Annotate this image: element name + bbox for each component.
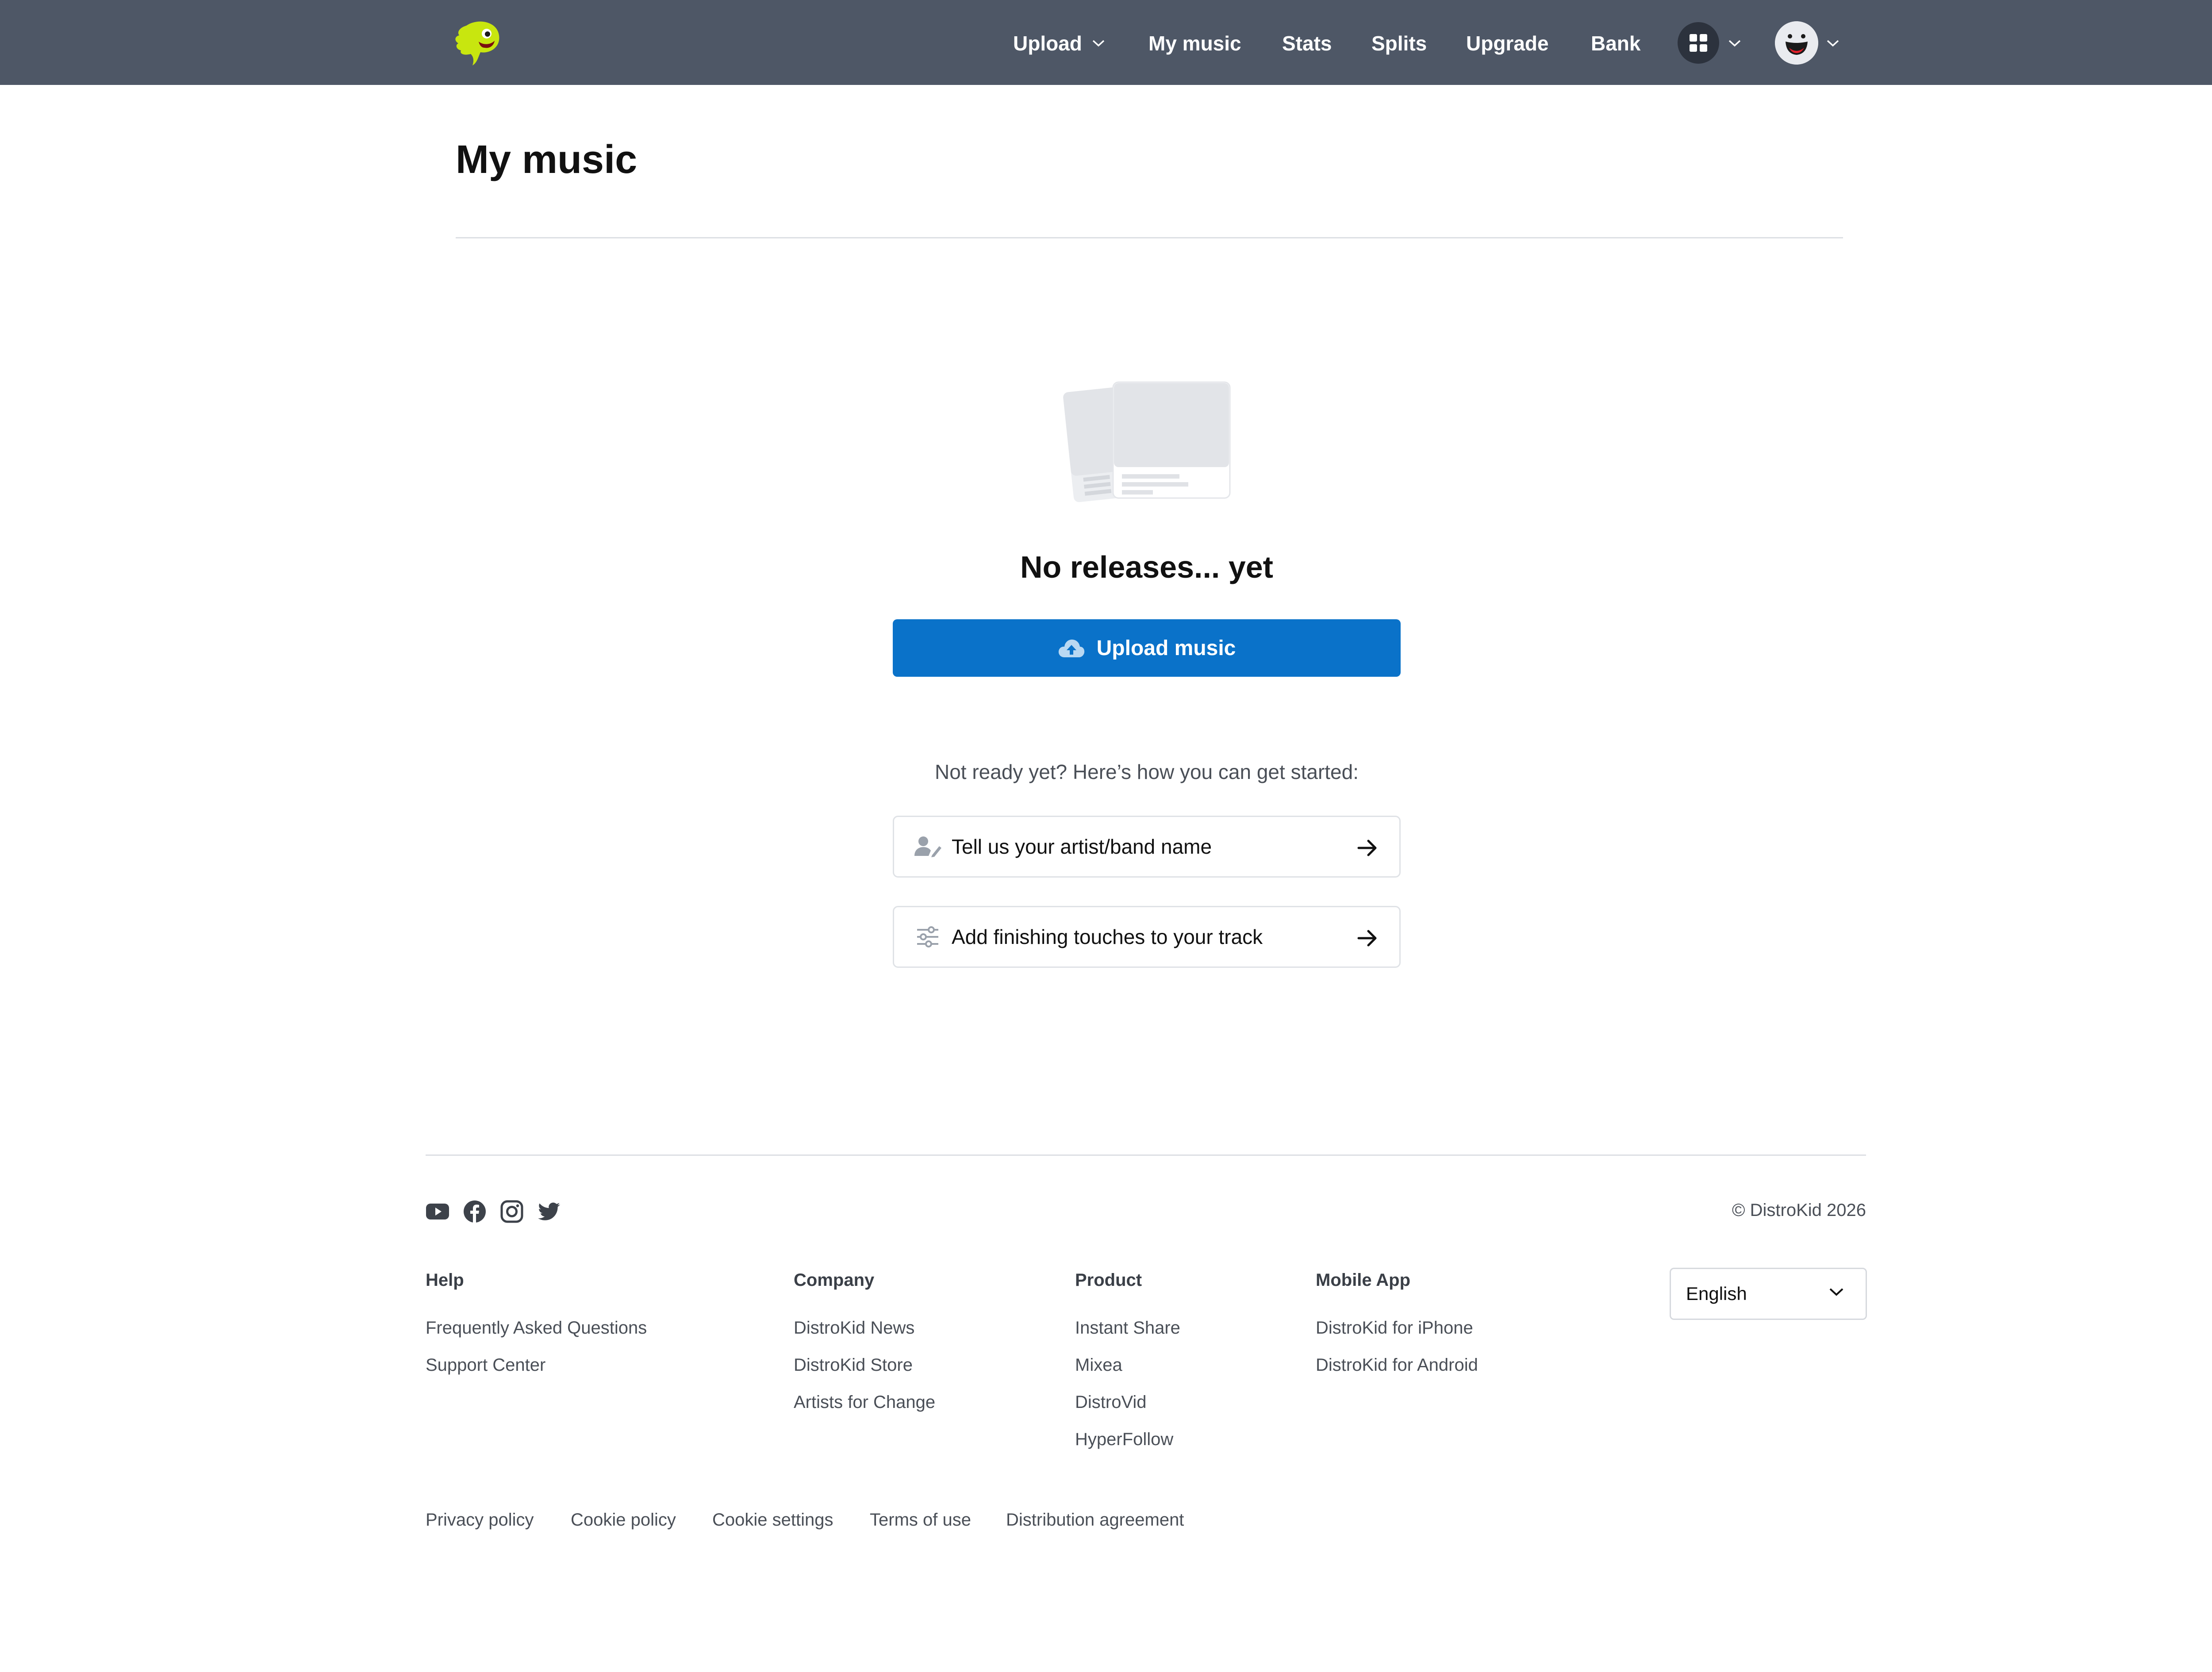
task-finishing-touches[interactable]: Add finishing touches to your track (893, 906, 1401, 968)
nav-upgrade[interactable]: Upgrade (1466, 31, 1549, 56)
chevron-down-icon[interactable] (1826, 39, 1839, 48)
footer-link-hyperfollow[interactable]: HyperFollow (1075, 1430, 1173, 1450)
footer-link-artists-for-change[interactable]: Artists for Change (794, 1392, 935, 1412)
nav-upload-label: Upload (1013, 32, 1082, 55)
nav-stats[interactable]: Stats (1282, 31, 1332, 56)
nav-my-music[interactable]: My music (1148, 31, 1241, 56)
nav-splits[interactable]: Splits (1371, 31, 1427, 56)
task-finishing-touches-label: Add finishing touches to your track (952, 925, 1263, 948)
nav-my-music-label: My music (1148, 32, 1241, 55)
chevron-down-icon[interactable] (1728, 39, 1741, 48)
footer-link-privacy-policy[interactable]: Privacy policy (426, 1510, 534, 1530)
footer-link-support-center[interactable]: Support Center (426, 1355, 545, 1375)
sliders-icon (914, 923, 942, 951)
footer-heading-product: Product (1075, 1270, 1142, 1290)
distrokid-logo-icon[interactable] (451, 16, 504, 69)
twitter-icon[interactable] (537, 1200, 561, 1223)
task-artist-name-label: Tell us your artist/band name (952, 835, 1212, 858)
task-artist-name[interactable]: Tell us your artist/band name (893, 816, 1401, 878)
footer-link-distribution-agreement[interactable]: Distribution agreement (1006, 1510, 1184, 1530)
footer-link-distrokid-store[interactable]: DistroKid Store (794, 1355, 913, 1375)
nav-bank-label: Bank (1591, 32, 1641, 55)
title-divider (456, 237, 1843, 238)
nav-bank[interactable]: Bank (1591, 31, 1640, 56)
nav-stats-label: Stats (1282, 32, 1332, 55)
empty-state-heading: No releases... yet (1020, 550, 1273, 584)
footer-divider (426, 1154, 1866, 1156)
language-select[interactable]: English (1670, 1268, 1867, 1320)
footer-link-distrovid[interactable]: DistroVid (1075, 1392, 1147, 1412)
nav-upgrade-label: Upgrade (1466, 32, 1549, 55)
user-edit-icon (914, 832, 942, 861)
footer-heading-mobile-app: Mobile App (1316, 1270, 1411, 1290)
footer-link-distrokid-iphone[interactable]: DistroKid for iPhone (1316, 1318, 1473, 1338)
page-title: My music (456, 138, 637, 182)
instagram-icon[interactable] (500, 1200, 524, 1223)
footer-link-terms-of-use[interactable]: Terms of use (870, 1510, 971, 1530)
avatar-icon (1775, 21, 1818, 65)
arrow-right-icon (1357, 840, 1377, 856)
apps-menu-button[interactable] (1678, 22, 1719, 64)
language-select-value: English (1686, 1283, 1747, 1304)
nav-upload[interactable]: Upload (1013, 31, 1105, 56)
cloud-upload-icon (1058, 639, 1084, 657)
footer-link-faq[interactable]: Frequently Asked Questions (426, 1318, 647, 1338)
avatar[interactable] (1775, 21, 1818, 65)
upload-music-button[interactable]: Upload music (893, 619, 1401, 677)
footer-link-mixea[interactable]: Mixea (1075, 1355, 1122, 1375)
facebook-icon[interactable] (463, 1200, 487, 1223)
footer-link-cookie-policy[interactable]: Cookie policy (571, 1510, 676, 1530)
nav-splits-label: Splits (1371, 32, 1427, 55)
grid-icon (1690, 34, 1707, 52)
empty-releases-illustration (1062, 370, 1234, 502)
chevron-down-icon (1092, 40, 1105, 47)
getting-started-hint: Not ready yet? Here’s how you can get st… (934, 760, 1359, 783)
footer-link-instant-share[interactable]: Instant Share (1075, 1318, 1180, 1338)
footer-heading-help: Help (426, 1270, 464, 1290)
youtube-icon[interactable] (426, 1200, 449, 1223)
arrow-right-icon (1357, 930, 1377, 947)
footer-heading-company: Company (794, 1270, 875, 1290)
copyright: © DistroKid 2026 (1732, 1200, 1866, 1220)
chevron-down-icon (1829, 1288, 1843, 1296)
footer-link-distrokid-android[interactable]: DistroKid for Android (1316, 1355, 1478, 1375)
footer-link-cookie-settings[interactable]: Cookie settings (712, 1510, 833, 1530)
footer-link-distrokid-news[interactable]: DistroKid News (794, 1318, 914, 1338)
upload-music-label: Upload music (1096, 636, 1236, 660)
top-navigation-bar: Upload My music Stats Splits Upgrade Ban… (0, 0, 2212, 85)
